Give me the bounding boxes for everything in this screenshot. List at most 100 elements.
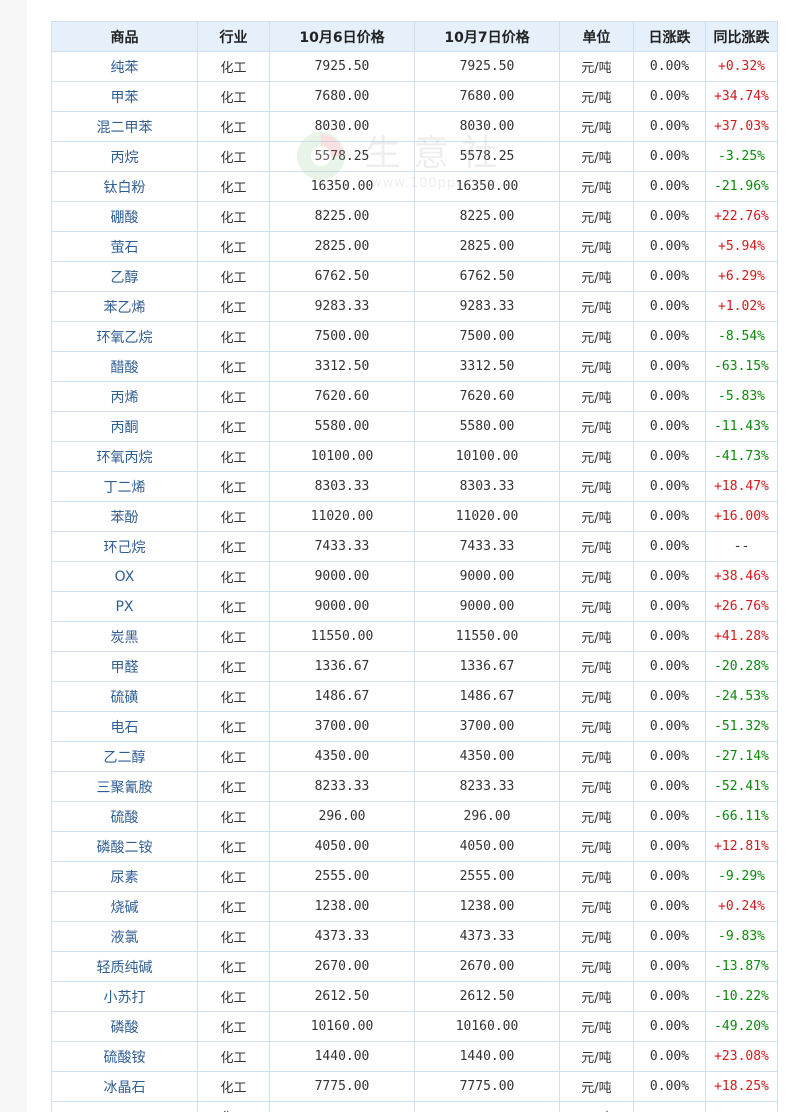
daily-change-cell: 0.00%: [633, 831, 706, 862]
yoy-change-cell: -3.25%: [705, 141, 778, 172]
table-body: 纯苯 化工 7925.50 7925.50 元/吨 0.00% +0.32% 甲苯 化工 7680…: [51, 51, 778, 1112]
price-table-wrap: 商品 行业 10月6日价格 10月7日价格 单位 日涨跌 同比涨跌 纯苯 化工 79…: [51, 21, 778, 1112]
header-price-oct7: 10月7日价格: [414, 21, 560, 52]
product-name[interactable]: 小苏打: [51, 981, 198, 1012]
industry-cell: 化工: [197, 291, 270, 322]
price-oct6-cell: 7433.33: [269, 531, 415, 562]
product-name[interactable]: 甲苯: [51, 81, 198, 112]
daily-change-cell: 0.00%: [633, 261, 706, 292]
product-name[interactable]: 环氧乙烷: [51, 321, 198, 352]
product-name[interactable]: 甲醛: [51, 651, 198, 682]
industry-cell: 化工: [197, 771, 270, 802]
table-row: PX 化工 9000.00 9000.00 元/吨 0.00% +26.76%: [51, 591, 778, 622]
product-name[interactable]: 硫酸铵: [51, 1041, 198, 1072]
product-name[interactable]: 苯酚: [51, 501, 198, 532]
product-name[interactable]: 丙酮: [51, 411, 198, 442]
yoy-change-cell: +34.74%: [705, 81, 778, 112]
product-name[interactable]: 苯乙烯: [51, 291, 198, 322]
industry-cell: 化工: [197, 921, 270, 952]
price-oct7-cell: 8225.00: [414, 201, 560, 232]
price-oct6-cell: 1238.00: [269, 891, 415, 922]
price-oct7-cell: 1238.00: [414, 891, 560, 922]
daily-change-cell: [633, 1101, 706, 1112]
industry-cell: 化工: [197, 651, 270, 682]
content-panel: 商品 行业 10月6日价格 10月7日价格 单位 日涨跌 同比涨跌 纯苯 化工 79…: [27, 0, 805, 1112]
daily-change-cell: 0.00%: [633, 231, 706, 262]
price-oct6-cell: 4373.33: [269, 921, 415, 952]
industry-cell: 化工: [197, 231, 270, 262]
product-name[interactable]: 磷酸: [51, 1011, 198, 1042]
price-oct7-cell: 2555.00: [414, 861, 560, 892]
industry-cell: 化工: [197, 681, 270, 712]
price-oct6-cell: 8030.00: [269, 111, 415, 142]
price-oct6-cell: 8303.33: [269, 471, 415, 502]
product-name[interactable]: 混二甲苯: [51, 111, 198, 142]
yoy-change-cell: -41.73%: [705, 441, 778, 472]
table-row: 液氯 化工 4373.33 4373.33 元/吨 0.00% -9.83%: [51, 921, 778, 952]
product-name[interactable]: 乙二醇: [51, 741, 198, 772]
product-name[interactable]: 醋酸: [51, 351, 198, 382]
price-oct6-cell: 1486.67: [269, 681, 415, 712]
product-name[interactable]: 硫磺: [51, 681, 198, 712]
price-oct7-cell: 9283.33: [414, 291, 560, 322]
product-name[interactable]: 乙醇: [51, 261, 198, 292]
table-row: 硫酸铵 化工 1440.00 1440.00 元/吨 0.00% +23.08%: [51, 1041, 778, 1072]
product-name[interactable]: 烧碱: [51, 891, 198, 922]
unit-cell: 元/吨: [559, 681, 634, 712]
unit-cell: 元/吨: [559, 1071, 634, 1102]
table-row: 苯乙烯 化工 9283.33 9283.33 元/吨 0.00% +1.02%: [51, 291, 778, 322]
product-name[interactable]: 尿素: [51, 861, 198, 892]
industry-cell: 化工: [197, 711, 270, 742]
product-name[interactable]: 丙烷: [51, 141, 198, 172]
product-name[interactable]: 丁二烯: [51, 471, 198, 502]
industry-cell: 化工: [197, 561, 270, 592]
yoy-change-cell: --: [705, 531, 778, 562]
product-name[interactable]: 冰晶石: [51, 1071, 198, 1102]
product-name[interactable]: 三聚氰胺: [51, 771, 198, 802]
product-name[interactable]: 环己烷: [51, 531, 198, 562]
product-name[interactable]: 丙烯: [51, 381, 198, 412]
price-oct7-cell: 8303.33: [414, 471, 560, 502]
table-row: 冰晶石 化工 7775.00 7775.00 元/吨 0.00% +18.25%: [51, 1071, 778, 1102]
daily-change-cell: 0.00%: [633, 1071, 706, 1102]
daily-change-cell: 0.00%: [633, 921, 706, 952]
product-name[interactable]: OX: [51, 561, 198, 592]
product-name[interactable]: 硼酸: [51, 201, 198, 232]
price-oct7-cell: 2825.00: [414, 231, 560, 262]
product-name[interactable]: 液氯: [51, 921, 198, 952]
table-row: 硫酸 化工 296.00 296.00 元/吨 0.00% -66.11%: [51, 801, 778, 832]
price-oct6-cell: 11550.00: [269, 621, 415, 652]
price-oct7-cell: 8030.00: [414, 111, 560, 142]
product-name[interactable]: 硫酸: [51, 801, 198, 832]
yoy-change-cell: +5.94%: [705, 231, 778, 262]
unit-cell: 元/吨: [559, 651, 634, 682]
product-name[interactable]: 萤石: [51, 231, 198, 262]
product-name[interactable]: 轻质纯碱: [51, 951, 198, 982]
product-name[interactable]: 钛白粉: [51, 171, 198, 202]
yoy-change-cell: +0.24%: [705, 891, 778, 922]
product-name[interactable]: 电石: [51, 711, 198, 742]
industry-cell: 化工: [197, 891, 270, 922]
product-name[interactable]: [51, 1101, 198, 1112]
header-yoy-change: 同比涨跌: [705, 21, 778, 52]
table-row: OX 化工 9000.00 9000.00 元/吨 0.00% +38.46%: [51, 561, 778, 592]
product-name[interactable]: 环氧丙烷: [51, 441, 198, 472]
industry-cell: 化工: [197, 81, 270, 112]
table-row: 环氧乙烷 化工 7500.00 7500.00 元/吨 0.00% -8.54%: [51, 321, 778, 352]
daily-change-cell: 0.00%: [633, 81, 706, 112]
price-oct6-cell: 7680.00: [269, 81, 415, 112]
yoy-change-cell: +18.25%: [705, 1071, 778, 1102]
yoy-change-cell: -24.53%: [705, 681, 778, 712]
product-name[interactable]: 磷酸二铵: [51, 831, 198, 862]
product-name[interactable]: 炭黑: [51, 621, 198, 652]
table-row: 尿素 化工 2555.00 2555.00 元/吨 0.00% -9.29%: [51, 861, 778, 892]
yoy-change-cell: +1.02%: [705, 291, 778, 322]
product-name[interactable]: 纯苯: [51, 51, 198, 82]
daily-change-cell: 0.00%: [633, 1041, 706, 1072]
price-oct6-cell: 3700.00: [269, 711, 415, 742]
price-oct7-cell: 6762.50: [414, 261, 560, 292]
product-name[interactable]: PX: [51, 591, 198, 622]
price-oct6-cell: 3312.50: [269, 351, 415, 382]
daily-change-cell: 0.00%: [633, 681, 706, 712]
table-row: 轻质纯碱 化工 2670.00 2670.00 元/吨 0.00% -13.87%: [51, 951, 778, 982]
